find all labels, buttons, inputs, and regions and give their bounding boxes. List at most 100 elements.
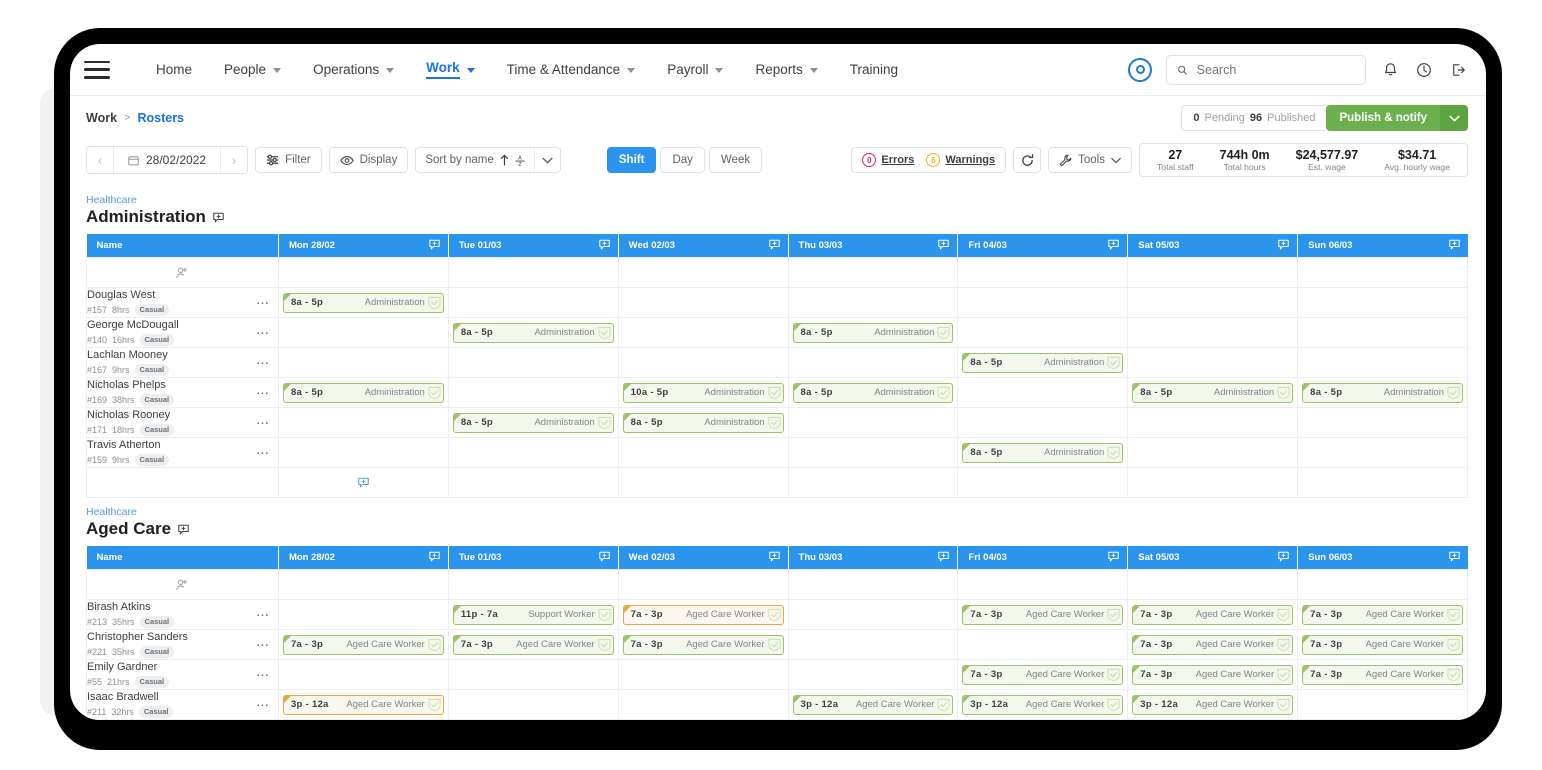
shift-cell[interactable]: 8a - 5p Administration — [787, 377, 959, 408]
warnings-item[interactable]: 6 Warnings — [926, 153, 995, 167]
shift-chip[interactable]: 3p - 12a Aged Care Worker — [1132, 694, 1294, 715]
shift-cell[interactable]: 10a - 5p Administration — [617, 377, 789, 408]
empty-shift-cell[interactable] — [447, 659, 619, 690]
shift-chip[interactable]: 7a - 3p Aged Care Worker — [452, 634, 614, 655]
empty-shift-cell[interactable] — [617, 347, 789, 378]
shift-cell[interactable]: 8a - 5p Administration — [617, 407, 789, 438]
empty-shift-cell[interactable] — [277, 317, 449, 348]
empty-cell[interactable] — [447, 569, 619, 600]
shift-chip[interactable]: 7a - 3p Aged Care Worker — [622, 634, 784, 655]
shift-cell[interactable]: 3p - 12a Aged Care Worker — [957, 689, 1129, 720]
shift-chip[interactable]: 8a - 5p Administration — [1302, 382, 1463, 403]
employee-cell[interactable]: Douglas West #157 8hrs Casual ⋯ — [86, 287, 279, 318]
empty-shift-cell[interactable] — [1297, 317, 1468, 348]
shift-chip[interactable]: 3p - 12a Aged Care Worker — [282, 694, 444, 715]
shift-cell[interactable]: 7a - 3p Aged Care Worker — [957, 659, 1129, 690]
column-header-day-3[interactable]: Wed 02/03 — [618, 546, 789, 570]
empty-shift-cell[interactable] — [787, 599, 959, 630]
employee-cell[interactable]: Isaac Bradwell #211 32hrs Casual ⋯ — [86, 689, 279, 720]
row-menu-icon[interactable]: ⋯ — [256, 296, 270, 309]
empty-shift-cell[interactable] — [787, 287, 959, 318]
shift-cell[interactable]: 8a - 5p Administration — [1127, 377, 1299, 408]
add-shift-icon[interactable] — [938, 551, 950, 565]
shift-cell[interactable]: 3p - 12a Aged Care Worker — [277, 689, 449, 720]
tools-button[interactable]: Tools — [1048, 147, 1132, 173]
shift-cell[interactable]: 7a - 3p Aged Care Worker — [617, 629, 789, 660]
empty-shift-cell[interactable] — [277, 599, 449, 630]
empty-cell[interactable] — [617, 467, 789, 498]
add-shift-icon[interactable] — [1448, 551, 1460, 562]
employee-cell[interactable]: Christopher Sanders #221 35hrs Casual ⋯ — [86, 629, 279, 660]
column-header-day-3[interactable]: Wed 02/03 — [618, 234, 789, 258]
empty-shift-cell[interactable] — [1127, 287, 1299, 318]
empty-shift-cell[interactable] — [617, 317, 789, 348]
shift-chip[interactable]: 7a - 3p Aged Care Worker — [962, 664, 1124, 685]
empty-shift-cell[interactable] — [1297, 287, 1468, 318]
empty-cell[interactable] — [957, 569, 1129, 600]
nav-item-people[interactable]: People — [208, 56, 297, 83]
empty-cell[interactable] — [1297, 569, 1468, 600]
add-person-cell[interactable] — [86, 569, 279, 600]
add-shift-icon[interactable] — [1108, 551, 1119, 562]
shift-chip[interactable]: 8a - 5p Administration — [282, 292, 444, 313]
empty-shift-cell[interactable] — [957, 377, 1129, 408]
view-toggle-week[interactable]: Week — [708, 147, 763, 173]
empty-shift-cell[interactable] — [957, 317, 1129, 348]
shift-chip[interactable]: 8a - 5p Administration — [792, 322, 954, 343]
empty-shift-cell[interactable] — [787, 629, 959, 660]
column-header-name[interactable]: Name — [86, 546, 279, 570]
date-display[interactable]: 28/02/2022 — [113, 147, 222, 173]
row-menu-icon[interactable]: ⋯ — [256, 668, 270, 681]
empty-shift-cell[interactable] — [447, 437, 619, 468]
employee-cell[interactable]: George McDougall #140 16hrs Casual ⋯ — [86, 317, 279, 348]
empty-cell[interactable] — [1297, 257, 1468, 288]
empty-shift-cell[interactable] — [617, 659, 789, 690]
empty-shift-cell[interactable] — [277, 407, 449, 438]
help-circle-icon[interactable] — [1414, 60, 1434, 80]
add-shift-icon[interactable] — [598, 239, 610, 250]
empty-cell[interactable] — [447, 467, 619, 498]
add-shift-icon[interactable] — [768, 551, 780, 565]
shift-chip[interactable]: 8a - 5p Administration — [282, 382, 444, 403]
nav-item-time-attendance[interactable]: Time & Attendance — [491, 56, 652, 83]
column-header-day-5[interactable]: Fri 04/03 — [957, 546, 1129, 570]
shift-chip[interactable]: 8a - 5p Administration — [452, 322, 614, 343]
empty-shift-cell[interactable] — [957, 407, 1129, 438]
shift-cell[interactable]: 7a - 3p Aged Care Worker — [1127, 659, 1299, 690]
nav-item-payroll[interactable]: Payroll — [651, 56, 739, 83]
shift-cell[interactable]: 3p - 12a Aged Care Worker — [787, 689, 959, 720]
shift-chip[interactable]: 7a - 3p Aged Care Worker — [282, 634, 444, 655]
empty-shift-cell[interactable] — [1127, 317, 1299, 348]
empty-cell[interactable] — [1127, 569, 1299, 600]
empty-shift-cell[interactable] — [787, 659, 959, 690]
empty-shift-cell[interactable] — [957, 287, 1129, 318]
add-person-cell[interactable] — [86, 257, 279, 288]
column-header-day-6[interactable]: Sat 05/03 — [1127, 546, 1299, 570]
errors-item[interactable]: 0 Errors — [862, 153, 914, 167]
shift-cell[interactable]: 8a - 5p Administration — [277, 377, 449, 408]
employee-cell[interactable]: Travis Atherton #159 9hrs Casual ⋯ — [86, 437, 279, 468]
column-header-day-1[interactable]: Mon 28/02 — [278, 546, 449, 570]
shift-chip[interactable]: 7a - 3p Aged Care Worker — [1302, 604, 1463, 625]
add-shift-icon[interactable] — [1108, 239, 1119, 250]
column-header-day-5[interactable]: Fri 04/03 — [957, 234, 1129, 258]
add-shift-icon[interactable] — [768, 239, 780, 253]
empty-cell[interactable] — [957, 467, 1129, 498]
shift-chip[interactable]: 8a - 5p Administration — [792, 382, 954, 403]
employee-cell[interactable]: Nicholas Rooney #171 18hrs Casual ⋯ — [86, 407, 279, 438]
add-shift-icon[interactable] — [938, 239, 950, 253]
add-shift-icon[interactable] — [1278, 239, 1289, 253]
shift-cell[interactable]: 7a - 3p Aged Care Worker — [957, 599, 1129, 630]
shift-cell[interactable]: 8a - 5p Administration — [1297, 377, 1468, 408]
add-shift-icon[interactable] — [938, 239, 950, 250]
row-menu-icon[interactable]: ⋯ — [256, 638, 270, 651]
empty-shift-cell[interactable] — [1127, 437, 1299, 468]
shift-cell[interactable]: 7a - 3p Aged Care Worker — [447, 629, 619, 660]
add-shift-icon[interactable] — [1448, 239, 1460, 250]
shift-cell[interactable]: 8a - 5p Administration — [957, 437, 1129, 468]
shift-chip[interactable]: 3p - 12a Aged Care Worker — [962, 694, 1124, 715]
shift-chip[interactable]: 8a - 5p Administration — [622, 412, 784, 433]
shift-cell[interactable]: 7a - 3p Aged Care Worker — [1297, 629, 1468, 660]
empty-shift-cell[interactable] — [617, 437, 789, 468]
row-menu-icon[interactable]: ⋯ — [256, 386, 270, 399]
